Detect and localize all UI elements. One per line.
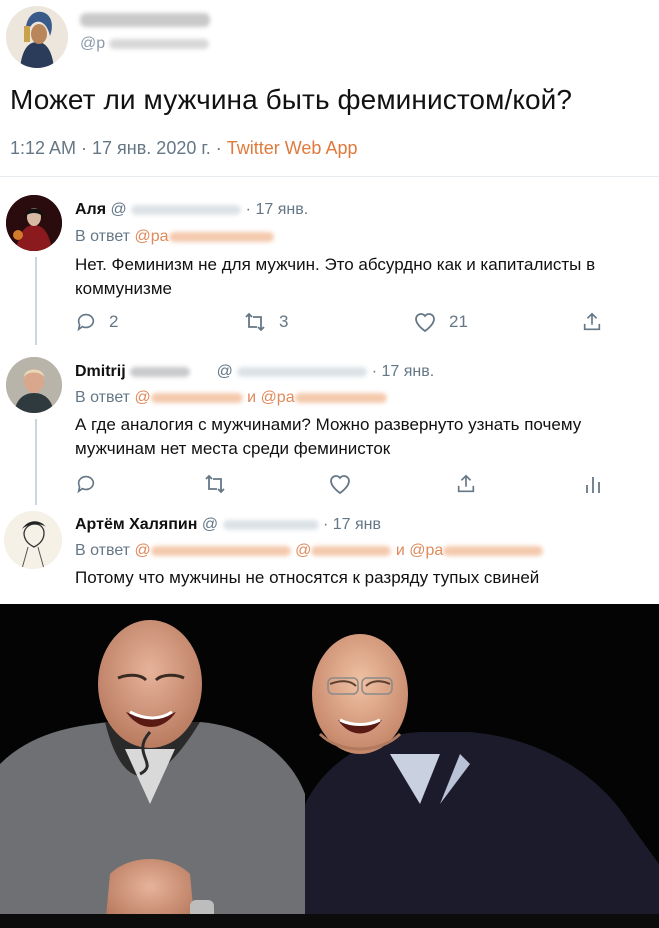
- main-tweet: @p Может ли мужчина быть феминистом/кой?…: [0, 0, 659, 176]
- reply-avatar[interactable]: [6, 195, 62, 251]
- reply-text: Нет. Феминизм не для мужчин. Это абсурдн…: [75, 255, 596, 298]
- analytics-icon: [583, 473, 603, 495]
- reply-avatar[interactable]: [4, 511, 62, 569]
- reply-author-handle: @: [216, 363, 233, 380]
- analytics-button[interactable]: [583, 473, 603, 495]
- mention-link[interactable]: @: [134, 389, 150, 406]
- reply-author: Аля @ · 17 янв.: [75, 201, 308, 219]
- name-redaction: [130, 366, 191, 377]
- reply-author: Dmitrij @ · 17 янв.: [75, 363, 434, 381]
- reply-author-handle: @: [110, 201, 127, 218]
- laughing-men-image: [0, 604, 659, 928]
- reply-date: · 17 янв.: [245, 201, 309, 218]
- mention-redaction: [443, 545, 544, 556]
- like-button[interactable]: 21: [413, 311, 468, 333]
- meme-photo: [0, 604, 659, 928]
- reply-tweet[interactable]: Dmitrij @ · 17 янв. В ответ @ и @pa А гд…: [0, 345, 659, 505]
- reply-date: · 17 янв: [322, 516, 381, 533]
- reply-tweet[interactable]: Аля @ · 17 янв. В ответ @pa Нет. Феминиз…: [0, 177, 659, 345]
- mention-redaction: [150, 392, 243, 403]
- main-avatar[interactable]: [6, 6, 68, 68]
- main-author-name-redacted: [80, 13, 210, 27]
- reply-tweet[interactable]: Артём Халяпин @ · 17 янв В ответ @ @ и @…: [0, 505, 659, 603]
- retweet-icon: [203, 473, 227, 495]
- like-icon: [328, 473, 352, 495]
- thread-line: [35, 419, 37, 505]
- reply-button[interactable]: 2: [75, 311, 118, 333]
- handle-redaction: [237, 366, 368, 377]
- mention-redaction: [168, 231, 274, 242]
- reply-text: Потому что мужчины не относятся к разряд…: [75, 568, 540, 587]
- mention-link[interactable]: @pa: [134, 228, 168, 245]
- reply-author-name: Артём Халяпин: [75, 516, 198, 533]
- main-tweet-meta: 1:12 AM · 17 янв. 2020 г. · Twitter Web …: [10, 138, 357, 159]
- reply-author: Артём Халяпин @ · 17 янв: [75, 516, 381, 534]
- mention-link[interactable]: @: [134, 542, 150, 559]
- mention-redaction: [294, 392, 387, 403]
- reply-author-name: Dmitrij: [75, 363, 126, 380]
- main-author-handle: @p: [80, 35, 210, 53]
- mention-link[interactable]: @pa: [409, 542, 443, 559]
- like-button[interactable]: [328, 473, 352, 495]
- mention-link[interactable]: @pa: [261, 389, 295, 406]
- in-reply-to: В ответ @ и @pa: [75, 389, 387, 407]
- retweet-button[interactable]: 3: [243, 311, 288, 333]
- handle-redaction: [109, 38, 210, 49]
- main-tweet-time: 1:12 AM · 17 янв. 2020 г. ·: [10, 138, 222, 158]
- reply-date: · 17 янв.: [371, 363, 435, 380]
- share-button[interactable]: [455, 473, 477, 495]
- mention-redaction: [150, 545, 291, 556]
- tweet-actions: [75, 473, 635, 499]
- retweet-button[interactable]: [203, 473, 227, 495]
- mention-redaction: [311, 545, 392, 556]
- handle-redaction: [222, 519, 319, 530]
- retweet-icon: [243, 311, 267, 333]
- reply-icon: [75, 311, 97, 333]
- thread-line: [35, 257, 37, 345]
- reply-text: А где аналогия с мужчинами? Можно развер…: [75, 415, 582, 458]
- share-button[interactable]: [581, 311, 603, 333]
- in-reply-to: В ответ @ @ и @pa: [75, 542, 544, 560]
- reply-author-handle: @: [201, 516, 219, 533]
- share-icon: [581, 311, 603, 333]
- share-icon: [455, 473, 477, 495]
- reply-author-name: Аля: [75, 201, 107, 218]
- reply-avatar[interactable]: [6, 357, 62, 413]
- handle-redaction: [131, 204, 242, 215]
- reply-button[interactable]: [75, 473, 97, 495]
- tweet-actions: 2 3 21: [75, 311, 635, 337]
- main-tweet-text: Может ли мужчина быть феминистом/кой?: [10, 84, 573, 115]
- tweet-source-link[interactable]: Twitter Web App: [227, 138, 358, 158]
- like-icon: [413, 311, 437, 333]
- reply-icon: [75, 473, 97, 495]
- mention-link[interactable]: @: [295, 542, 311, 559]
- in-reply-to: В ответ @pa: [75, 228, 274, 246]
